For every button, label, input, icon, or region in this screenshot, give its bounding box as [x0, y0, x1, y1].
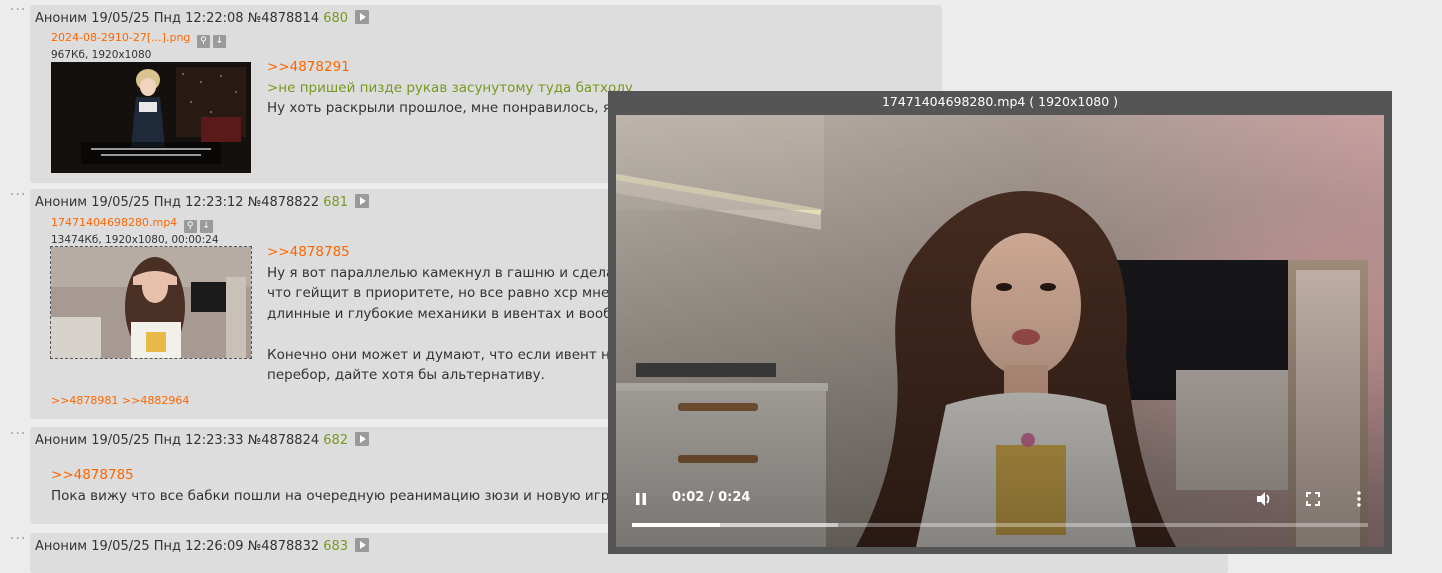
post-header: Аноним 19/05/25 Пнд 12:23:12 №4878822 68…: [35, 194, 370, 210]
video-player[interactable]: 0:02 / 0:24: [616, 115, 1384, 547]
reply-link[interactable]: >>4878291: [267, 57, 633, 78]
post-body: >>4878785 Пока вижу что все бабки пошли …: [51, 465, 630, 506]
post-author: Аноним: [35, 433, 88, 448]
post-number: 683: [323, 539, 349, 554]
download-icon[interactable]: ↓: [212, 35, 226, 48]
post-text-line: длинные и глубокие механики в ивентах и …: [267, 305, 625, 322]
search-icon[interactable]: ⚲: [183, 220, 197, 233]
post-date: 19/05/25 Пнд 12:22:08: [91, 11, 244, 26]
play-icon[interactable]: [355, 538, 370, 552]
greentext-quote: >не пришей пизде рукав засунутому туда б…: [267, 79, 633, 96]
media-viewer[interactable]: 17471404698280.mp4 ( 1920x1080 ) 0:02 / …: [608, 91, 1392, 554]
post-menu-icon[interactable]: ···: [10, 531, 26, 547]
play-icon[interactable]: [355, 432, 370, 446]
play-icon[interactable]: [355, 194, 370, 208]
file-name-link[interactable]: 2024-08-2910-27[...].png: [51, 31, 190, 44]
post-date: 19/05/25 Пнд 12:23:33: [91, 433, 244, 448]
post-author: Аноним: [35, 195, 88, 210]
post-menu-icon[interactable]: ···: [10, 426, 26, 442]
post-menu-icon[interactable]: ···: [10, 2, 26, 18]
kebab-menu-icon[interactable]: [1356, 491, 1362, 511]
post-id[interactable]: №4878822: [248, 195, 319, 210]
video-thumbnail[interactable]: [50, 246, 252, 359]
seek-bar[interactable]: [632, 523, 1368, 527]
image-thumbnail[interactable]: [51, 62, 251, 173]
post-text-line: перебор, дайте хотя бы альтернативу.: [267, 367, 545, 383]
post-header: Аноним 19/05/25 Пнд 12:23:33 №4878824 68…: [35, 432, 370, 448]
post-number: 681: [323, 195, 349, 210]
post-text-line: Конечно они может и думают, что если иве…: [267, 346, 619, 363]
post-id[interactable]: №4878832: [248, 539, 319, 554]
pause-icon[interactable]: [634, 492, 648, 510]
post-number: 680: [323, 11, 349, 26]
post-text-line: что гейщит в приоритете, но все равно хс…: [267, 285, 623, 301]
post-date: 19/05/25 Пнд 12:26:09: [91, 539, 244, 554]
post-author: Аноним: [35, 11, 88, 26]
post-id[interactable]: №4878824: [248, 433, 319, 448]
search-icon[interactable]: ⚲: [196, 35, 210, 48]
progress-fill: [632, 523, 721, 527]
file-info: 13474Кб, 1920x1080, 00:00:24: [51, 234, 219, 246]
file-name-link[interactable]: 17471404698280.mp4: [51, 216, 177, 229]
post-text-line: Пока вижу что все бабки пошли на очередн…: [51, 487, 631, 504]
post-body: >>4878291 >не пришей пизде рукав засунут…: [267, 57, 633, 119]
post-text-line: [267, 324, 624, 345]
post-author: Аноним: [35, 539, 88, 554]
post-header: Аноним 19/05/25 Пнд 12:26:09 №4878832 68…: [35, 538, 370, 554]
viewer-title: 17471404698280.mp4 ( 1920x1080 ): [881, 94, 1119, 109]
post-number: 682: [323, 433, 349, 448]
post-date: 19/05/25 Пнд 12:23:12: [91, 195, 244, 210]
post-text-line: Ну я вот параллелью камекнул в гашню и с…: [267, 264, 623, 281]
post-menu-icon[interactable]: ···: [10, 187, 26, 203]
reply-link[interactable]: >>4878785: [51, 465, 630, 486]
post-id[interactable]: №4878814: [248, 11, 319, 26]
fullscreen-icon[interactable]: [1305, 491, 1321, 511]
time-display: 0:02 / 0:24: [672, 490, 751, 505]
post-header: Аноним 19/05/25 Пнд 12:22:08 №4878814 68…: [35, 10, 370, 26]
download-icon[interactable]: ↓: [199, 220, 213, 233]
post-text-line: Ну хоть раскрыли прошлое, мне понравилос…: [267, 100, 611, 116]
backlinks[interactable]: >>4878981 >>4882964: [51, 394, 189, 407]
volume-icon[interactable]: [1255, 490, 1273, 512]
file-info: 967Кб, 1920x1080: [51, 49, 152, 61]
post-body: >>4878785 Ну я вот параллелью камекнул в…: [267, 242, 624, 386]
play-icon[interactable]: [355, 10, 370, 24]
reply-link[interactable]: >>4878785: [267, 242, 624, 263]
